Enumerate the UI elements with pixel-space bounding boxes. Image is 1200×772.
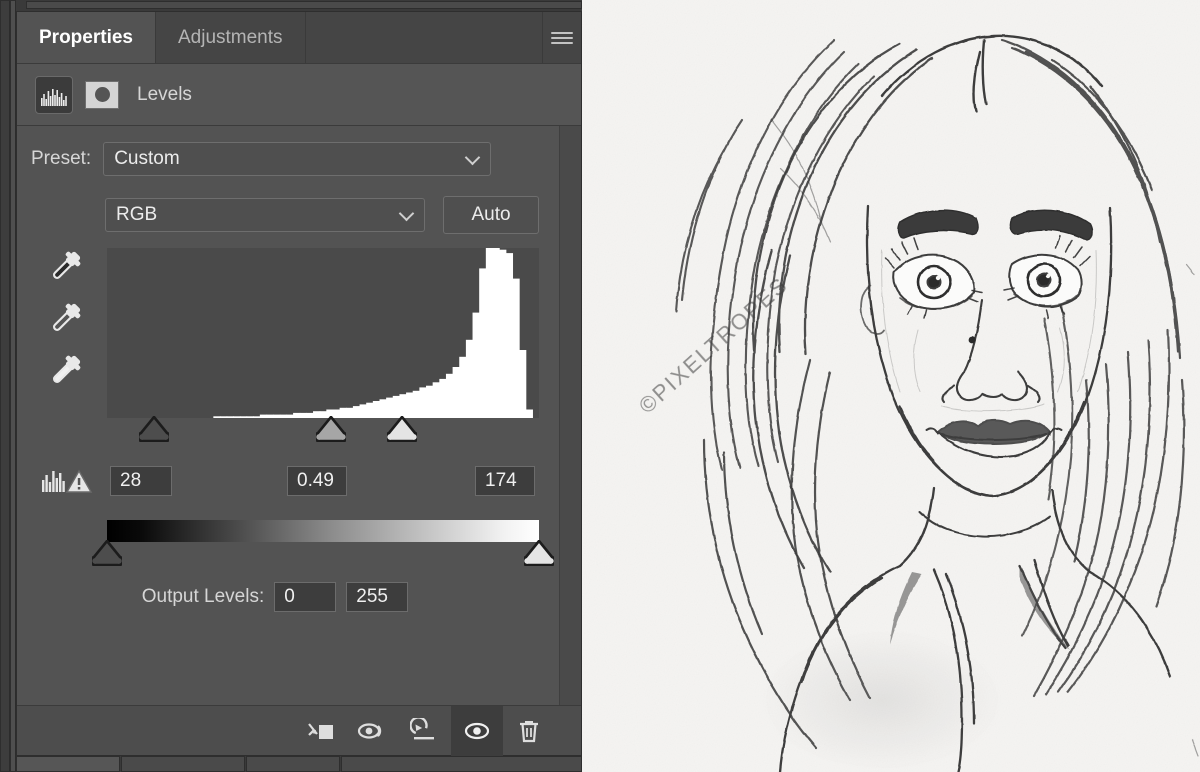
- view-previous-state-button[interactable]: [347, 706, 399, 756]
- output-levels-bar-area: [17, 520, 581, 576]
- preset-label: Preset:: [31, 148, 92, 169]
- preset-row: Preset: Custom: [17, 126, 581, 176]
- pencil-sketch-portrait-of-woman: [582, 0, 1200, 772]
- reset-adjustment-button[interactable]: [399, 706, 451, 756]
- adjustment-title: Levels: [137, 83, 192, 105]
- output-levels-row: Output Levels: 0 255: [17, 582, 581, 612]
- input-levels-row: 28 0.49 174: [17, 466, 581, 500]
- properties-panel-column: Properties Adjustments Levels Preset: Cu…: [0, 0, 582, 772]
- panel-tab-bar: Properties Adjustments: [17, 12, 581, 64]
- properties-panel: Properties Adjustments Levels Preset: Cu…: [16, 11, 582, 756]
- auto-button-label: Auto: [471, 204, 511, 225]
- output-levels-label: Output Levels:: [141, 586, 265, 607]
- preset-dropdown[interactable]: Custom: [103, 142, 492, 176]
- input-shadow-value: 28: [120, 470, 142, 491]
- set-gray-point-eyedropper[interactable]: [47, 300, 87, 334]
- tab-adjustments[interactable]: Adjustments: [155, 12, 306, 63]
- panel-dock-left-edge: [0, 0, 10, 772]
- input-shadow-field[interactable]: 28: [110, 466, 172, 496]
- auto-button[interactable]: Auto: [443, 196, 539, 234]
- set-white-point-eyedropper[interactable]: [47, 352, 87, 386]
- hamburger-menu-icon: [551, 29, 573, 47]
- panel-stub-4[interactable]: [341, 756, 582, 772]
- levels-histogram[interactable]: [107, 248, 539, 418]
- levels-adjustment-icon[interactable]: [35, 75, 73, 114]
- set-black-point-eyedropper[interactable]: [47, 248, 87, 282]
- input-level-sliders: [107, 416, 539, 446]
- output-level-sliders: [92, 540, 554, 570]
- docked-panel-tab-stubs: [16, 756, 582, 772]
- output-gradient-bar: [107, 520, 539, 542]
- layer-mask-thumbnail-icon[interactable]: [85, 80, 119, 109]
- chevron-down-icon: [464, 149, 481, 166]
- panel-dock-top-strip: [26, 1, 582, 9]
- panel-body: Preset: Custom RGB Auto 28 0.49 174 Outp…: [17, 126, 581, 705]
- mask-shape: [94, 87, 110, 102]
- input-midtone-value: 0.49: [297, 470, 334, 491]
- photoshop-workspace: Properties Adjustments Levels Preset: Cu…: [0, 0, 1200, 772]
- input-midtone-field[interactable]: 0.49: [287, 466, 347, 496]
- output-black-field[interactable]: 0: [274, 582, 337, 612]
- histogram-cached-warning-icon[interactable]: [41, 464, 97, 498]
- channel-row: RGB Auto: [17, 196, 581, 234]
- document-canvas[interactable]: ©PIXELTROPES: [582, 0, 1200, 772]
- channel-dropdown[interactable]: RGB: [105, 198, 425, 232]
- output-black-slider[interactable]: [92, 540, 122, 566]
- toggle-layer-visibility-button[interactable]: [451, 705, 503, 756]
- tab-adjustments-label: Adjustments: [177, 26, 283, 48]
- preset-value: Custom: [114, 148, 180, 169]
- input-midtone-slider[interactable]: [315, 416, 346, 442]
- output-white-value: 255: [356, 586, 388, 607]
- tab-bar-empty-space: [305, 12, 543, 63]
- output-white-slider[interactable]: [524, 540, 554, 566]
- tab-properties-label: Properties: [39, 26, 133, 48]
- channel-value: RGB: [116, 204, 158, 225]
- input-highlight-slider[interactable]: [386, 416, 417, 442]
- input-highlight-value: 174: [485, 470, 517, 491]
- eyedropper-column: [47, 248, 87, 386]
- input-highlight-field[interactable]: 174: [475, 466, 535, 496]
- delete-adjustment-button[interactable]: [503, 706, 555, 756]
- input-shadow-slider[interactable]: [139, 416, 170, 442]
- clip-to-layer-button[interactable]: [295, 706, 347, 756]
- adjustment-header: Levels: [17, 64, 581, 126]
- tab-properties[interactable]: Properties: [17, 12, 156, 63]
- panel-stub-2[interactable]: [121, 756, 245, 772]
- panel-footer-toolbar: [17, 705, 581, 756]
- panel-stub-3[interactable]: [246, 756, 340, 772]
- panel-menu-button[interactable]: [543, 12, 581, 63]
- chevron-down-icon: [398, 205, 415, 222]
- output-black-value: 0: [284, 586, 295, 607]
- histogram-area: [17, 248, 581, 448]
- panel-stub-1[interactable]: [16, 756, 120, 772]
- output-white-field[interactable]: 255: [346, 582, 409, 612]
